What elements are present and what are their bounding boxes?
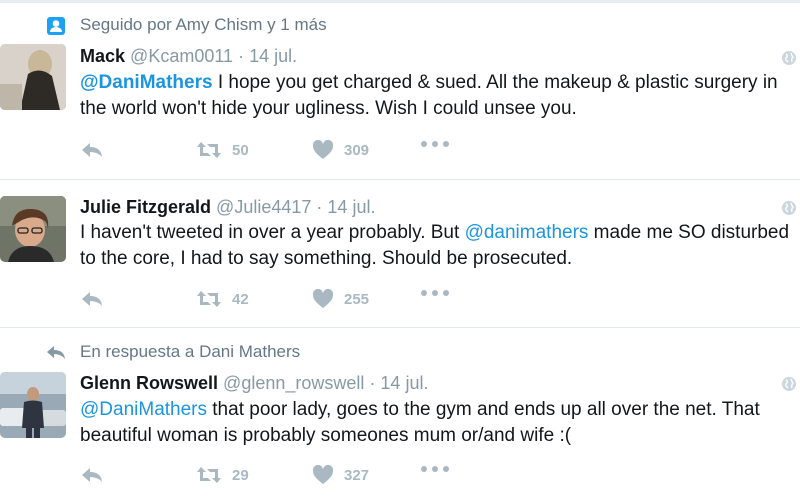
retweet-button[interactable]: 29: [196, 465, 249, 485]
like-button[interactable]: 327: [312, 465, 369, 485]
social-context-text: Seguido por Amy Chism y 1 más: [80, 15, 327, 34]
header-separator: ·: [369, 373, 376, 393]
mention-link[interactable]: @danimathers: [465, 222, 589, 243]
top-border: [0, 0, 800, 3]
more-button[interactable]: [420, 465, 450, 473]
tweet-actions: 29 327: [80, 465, 480, 489]
like-button[interactable]: 255: [312, 289, 369, 309]
header-separator: ·: [316, 197, 323, 217]
avatar[interactable]: [0, 196, 66, 262]
tweet-date[interactable]: 14 jul.: [249, 46, 297, 66]
reply-button[interactable]: [80, 140, 104, 160]
tweet-text: @DaniMathers that poor lady, goes to the…: [80, 397, 795, 449]
like-count: 327: [344, 466, 370, 484]
tweet-text: @DaniMathers I hope you get charged & su…: [80, 70, 795, 122]
mention-link[interactable]: @DaniMathers: [80, 72, 213, 93]
author-handle[interactable]: @Julie4417: [216, 197, 311, 217]
heart-icon: [312, 140, 334, 159]
retweet-icon: [197, 291, 221, 307]
more-dots-icon: [421, 466, 449, 472]
retweet-button[interactable]: 50: [196, 140, 249, 160]
reply-icon: [82, 468, 102, 482]
tweet-actions: 50 309: [80, 140, 480, 164]
retweet-icon: [197, 467, 221, 483]
author-handle[interactable]: @Kcam0011: [130, 46, 233, 66]
reply-icon: [82, 143, 102, 157]
follow-person-icon: [47, 17, 65, 35]
reply-button[interactable]: [80, 465, 104, 485]
retweet-count: 29: [232, 466, 249, 484]
retweet-button[interactable]: 42: [196, 289, 249, 309]
reply-button[interactable]: [80, 289, 104, 309]
tweet-actions: 42 255: [80, 289, 480, 313]
author-handle[interactable]: @glenn_rowswell: [223, 373, 364, 393]
heart-icon: [312, 289, 334, 308]
globe-icon: [782, 377, 796, 391]
like-button[interactable]: 309: [312, 140, 369, 160]
author-name[interactable]: Julie Fitzgerald: [80, 197, 211, 217]
like-count: 309: [344, 141, 370, 159]
like-count: 255: [344, 290, 370, 308]
tweet-date[interactable]: 14 jul.: [327, 197, 375, 217]
author-name[interactable]: Glenn Rowswell: [80, 373, 218, 393]
author-name[interactable]: Mack: [80, 46, 125, 66]
tweet-divider: [0, 179, 800, 180]
tweet-text-prefix: I haven't tweeted in over a year probabl…: [80, 222, 465, 243]
globe-icon: [782, 201, 796, 215]
reply-context[interactable]: En respuesta a Dani Mathers: [80, 342, 300, 362]
reply-icon: [82, 292, 102, 306]
more-dots-icon: [421, 290, 449, 296]
globe-icon: [782, 51, 796, 65]
tweet-text: I haven't tweeted in over a year probabl…: [80, 220, 795, 272]
tweet-date[interactable]: 14 jul.: [380, 373, 428, 393]
tweet-header: Glenn Rowswell @glenn_rowswell · 14 jul.: [80, 373, 428, 394]
social-context[interactable]: Seguido por Amy Chism y 1 más: [80, 15, 327, 35]
reply-context-text: En respuesta a Dani Mathers: [80, 342, 301, 361]
more-dots-icon: [421, 141, 449, 147]
avatar[interactable]: [0, 372, 66, 438]
reply-icon: [47, 346, 65, 359]
retweet-count: 50: [232, 141, 249, 159]
avatar[interactable]: [0, 44, 66, 110]
header-separator: ·: [238, 46, 245, 66]
mention-link[interactable]: @DaniMathers: [80, 399, 207, 420]
retweet-icon: [197, 142, 221, 158]
tweet-divider: [0, 327, 800, 328]
more-button[interactable]: [420, 289, 450, 297]
tweet-header: Julie Fitzgerald @Julie4417 · 14 jul.: [80, 197, 375, 218]
more-button[interactable]: [420, 140, 450, 148]
heart-icon: [312, 465, 334, 484]
retweet-count: 42: [232, 290, 249, 308]
tweet-header: Mack @Kcam0011 · 14 jul.: [80, 46, 297, 67]
